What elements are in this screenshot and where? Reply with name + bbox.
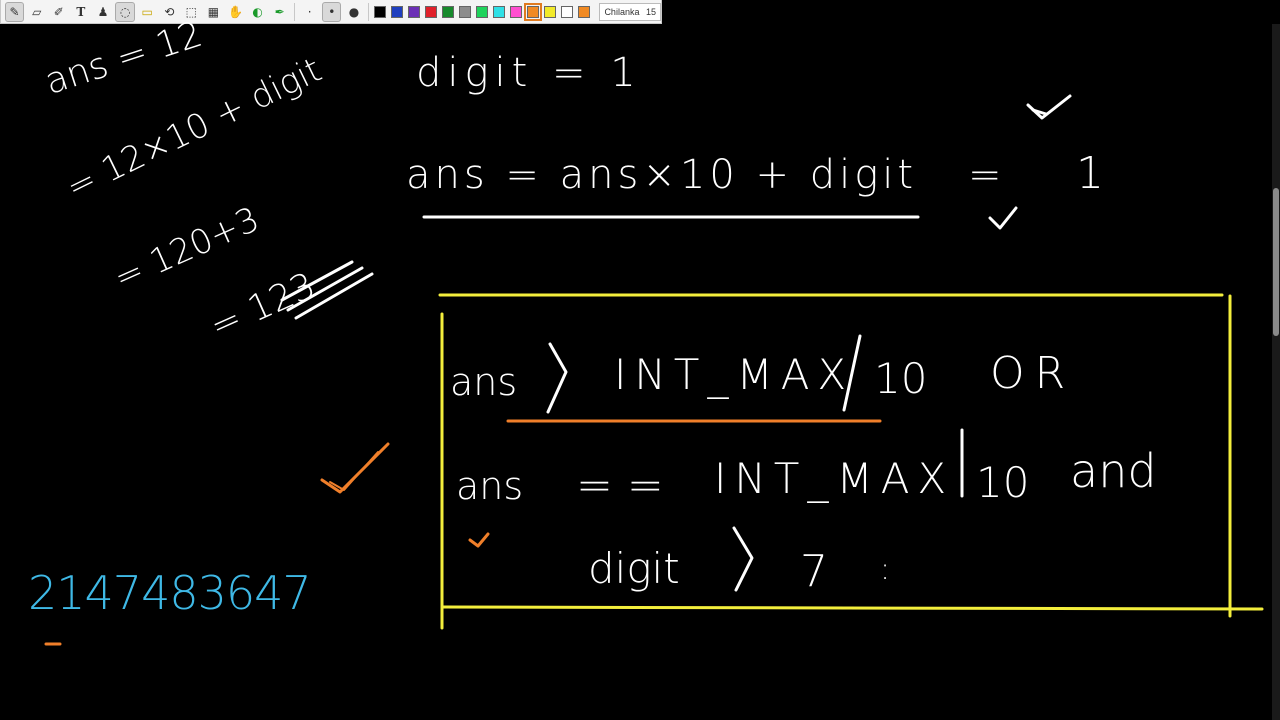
scrollbar-thumb[interactable] [1273, 188, 1279, 336]
cond-line1-or: OR [990, 348, 1076, 399]
note-digit-equals-1: digit = 1 [416, 50, 642, 96]
whiteboard-canvas[interactable]: ans = 12 = 12×10 + digit = 120+3 = 123 d… [0, 14, 1272, 720]
cond-line3-value: 7 [800, 546, 828, 597]
note-formula: ans = ans×10 + digit [406, 152, 918, 198]
note-formula-equals: = [968, 152, 1002, 198]
cond-line3-op: > [734, 542, 768, 588]
small-orange-check [468, 532, 490, 548]
int-max-value: 2147483647 [28, 566, 312, 620]
box-bottom-edge [440, 605, 1264, 611]
cond-line3-tail: : [880, 552, 891, 587]
cond-line3-digit: digit [588, 544, 680, 593]
cond-line2-ans: ans [456, 464, 524, 508]
vertical-scrollbar[interactable] [1272, 24, 1280, 720]
cond-line2-op: == [576, 460, 678, 511]
cond-line1-ans: ans [450, 360, 518, 404]
check-mark [1026, 94, 1072, 120]
orange-check-mark-detail [329, 451, 379, 491]
cond-line1-divisor: 10 [874, 354, 928, 403]
check-mark [988, 206, 1018, 230]
cond-line2-and: and [1070, 444, 1157, 498]
cond-line2-divisor: 10 [976, 458, 1030, 507]
cond-line1-op: > [534, 354, 568, 400]
note-formula-result: 1 [1076, 148, 1104, 199]
cond-line1-int-max: INT_MAX [614, 350, 855, 399]
cond-line2-int-max: INT_MAX [714, 454, 955, 503]
